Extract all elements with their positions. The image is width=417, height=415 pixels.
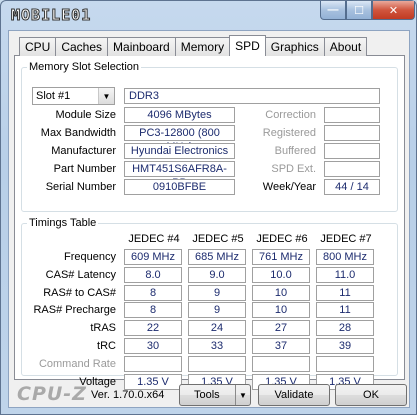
timing-row-label: RAS# to CAS# bbox=[43, 286, 116, 299]
tab-strip: CPU Caches Mainboard Memory SPD Graphics About bbox=[19, 35, 368, 56]
timing-cell: 8.0 bbox=[124, 266, 182, 283]
timing-column-header: JEDEC #6 bbox=[256, 233, 308, 245]
mobile01-logo: MOBILE01 bbox=[5, 4, 131, 25]
timing-cell: 685 MHz bbox=[188, 249, 246, 265]
slot-select[interactable]: Slot #1 ▼ bbox=[32, 87, 115, 105]
slot-row-label: Max Bandwidth bbox=[40, 127, 116, 139]
timing-cell bbox=[188, 355, 246, 372]
week-year-label: Week/Year bbox=[262, 181, 316, 193]
slot-row-label: Manufacturer bbox=[51, 145, 116, 157]
timings-table-group: Timings Table JEDEC #4 JEDEC #5 JEDEC #6 JE… bbox=[21, 217, 398, 390]
tab-spd[interactable]: SPD bbox=[229, 35, 266, 56]
memory-slot-group-title: Memory Slot Selection bbox=[27, 61, 142, 73]
slot-row-value: 4096 MBytes bbox=[124, 107, 235, 123]
timing-cell: 11 bbox=[316, 302, 374, 319]
timing-cell bbox=[252, 355, 310, 372]
version-label: Ver. 1.70.0.x64 bbox=[91, 389, 165, 401]
timing-cell: 37 bbox=[252, 338, 310, 354]
cpuz-window: MOBILE01 — ☐ ✕ Memory Slot Selection Slo… bbox=[0, 0, 417, 415]
close-button[interactable]: ✕ bbox=[372, 1, 415, 20]
timing-cell: 8 bbox=[124, 284, 182, 301]
timing-cell: 10 bbox=[252, 284, 310, 301]
timing-cell: 33 bbox=[188, 338, 246, 354]
timing-cell: 9.0 bbox=[188, 266, 246, 283]
timing-row-label: CAS# Latency bbox=[45, 268, 116, 281]
timings-group-title: Timings Table bbox=[27, 217, 99, 229]
timing-cell: 9 bbox=[188, 302, 246, 319]
timing-cell: 8 bbox=[124, 302, 182, 319]
maximize-icon: ☐ bbox=[354, 4, 364, 17]
timing-cell: 27 bbox=[252, 320, 310, 337]
timing-cell: 9 bbox=[188, 284, 246, 301]
timing-cell: 761 MHz bbox=[252, 249, 310, 265]
slot-row-value: PC3-12800 (800 MHz) bbox=[124, 125, 235, 153]
tab-graphics[interactable]: Graphics bbox=[264, 37, 325, 56]
close-icon: ✕ bbox=[388, 4, 399, 17]
slot-select-value: Slot #1 bbox=[36, 90, 71, 102]
timing-cell: 24 bbox=[188, 320, 246, 337]
chevron-down-icon[interactable]: ▼ bbox=[235, 385, 250, 405]
cpuz-brand: CPU-Z bbox=[17, 383, 87, 405]
ok-button[interactable]: OK bbox=[335, 384, 407, 406]
client-area: Memory Slot Selection Slot #1 ▼ DDR3 Mod… bbox=[8, 30, 410, 408]
tab-caches[interactable]: Caches bbox=[55, 37, 109, 56]
minimize-button[interactable]: — bbox=[320, 1, 346, 20]
memory-type-field: DDR3 bbox=[124, 88, 380, 104]
slot-attr-value bbox=[324, 125, 380, 141]
slot-row-label: Part Number bbox=[53, 163, 116, 175]
validate-button[interactable]: Validate bbox=[258, 384, 330, 406]
timing-cell: 10.0 bbox=[252, 266, 310, 283]
logo-text: MOBILE01 bbox=[10, 6, 92, 25]
timing-cell: 1.35 V bbox=[124, 373, 182, 390]
spd-tab-panel: Memory Slot Selection Slot #1 ▼ DDR3 Mod… bbox=[14, 55, 405, 390]
tab-memory[interactable]: Memory bbox=[174, 37, 231, 56]
timing-row-label: RAS# Precharge bbox=[33, 304, 116, 317]
tools-button-label: Tools bbox=[194, 389, 220, 401]
timing-row-label: Frequency bbox=[64, 251, 116, 263]
timing-cell: 11.0 bbox=[316, 266, 374, 283]
timing-row-label: tRC bbox=[97, 340, 116, 352]
timing-column-header: JEDEC #4 bbox=[128, 233, 180, 245]
timing-row-label: tRAS bbox=[90, 322, 116, 335]
chevron-down-icon[interactable]: ▼ bbox=[98, 88, 114, 104]
timing-column-header: JEDEC #7 bbox=[320, 233, 372, 245]
timing-cell: 800 MHz bbox=[316, 249, 374, 265]
slot-attr-label: Buffered bbox=[274, 145, 316, 157]
slot-attr-label: Registered bbox=[262, 127, 316, 139]
slot-row-label: Module Size bbox=[55, 109, 116, 121]
slot-row-label: Serial Number bbox=[45, 181, 116, 193]
slot-row-value: 0910BFBE bbox=[124, 179, 235, 195]
tab-cpu[interactable]: CPU bbox=[19, 37, 57, 56]
timing-cell: 22 bbox=[124, 320, 182, 337]
tab-mainboard[interactable]: Mainboard bbox=[107, 37, 176, 56]
slot-attr-value bbox=[324, 107, 380, 123]
week-year-field: 44 / 14 bbox=[324, 179, 380, 195]
slot-attr-label: Correction bbox=[265, 109, 316, 121]
timing-cell: 10 bbox=[252, 302, 310, 319]
slot-attr-label: SPD Ext. bbox=[271, 163, 316, 175]
title-bar[interactable]: MOBILE01 — ☐ ✕ bbox=[1, 1, 416, 27]
tab-about[interactable]: About bbox=[323, 37, 368, 56]
timing-cell: 28 bbox=[316, 320, 374, 337]
memory-slot-group: Memory Slot Selection Slot #1 ▼ DDR3 Mod… bbox=[21, 61, 398, 212]
timing-cell: 39 bbox=[316, 338, 374, 354]
timing-cell: 11 bbox=[316, 284, 374, 301]
slot-row-value: HMT451S6AFR8A-PB bbox=[124, 161, 235, 189]
slot-attr-value bbox=[324, 161, 380, 177]
timing-cell bbox=[316, 355, 374, 372]
timing-row-label: Command Rate bbox=[38, 357, 116, 370]
slot-attr-value bbox=[324, 143, 380, 159]
timing-cell: 30 bbox=[124, 338, 182, 354]
tools-button[interactable]: Tools ▼ bbox=[179, 384, 251, 406]
timing-column-header: JEDEC #5 bbox=[192, 233, 244, 245]
minimize-icon: — bbox=[327, 4, 339, 16]
maximize-button[interactable]: ☐ bbox=[346, 1, 372, 20]
timing-cell bbox=[124, 355, 182, 372]
timing-cell: 609 MHz bbox=[124, 249, 182, 265]
slot-row-value: Hyundai Electronics bbox=[124, 143, 235, 159]
